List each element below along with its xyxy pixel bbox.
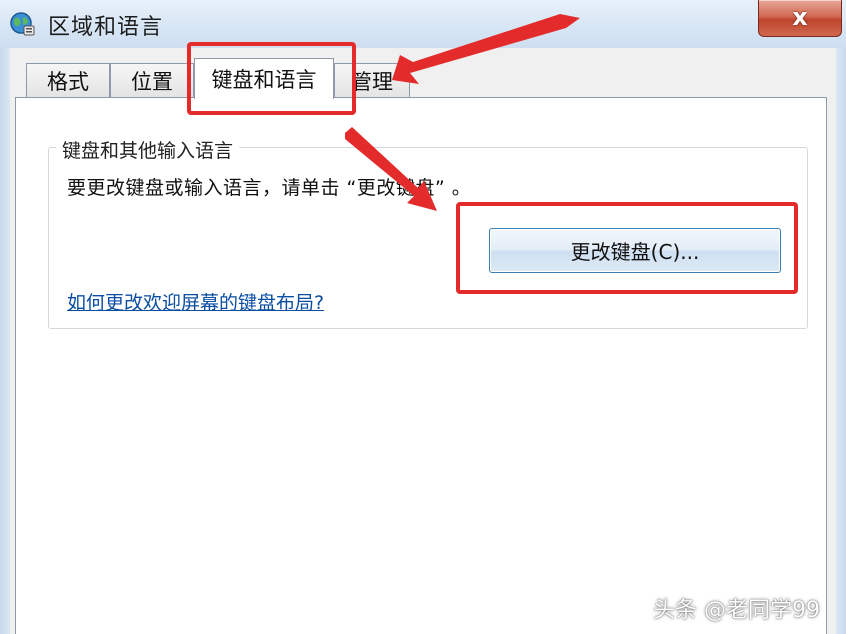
tab-location[interactable]: 位置: [110, 63, 194, 97]
tab-location-label: 位置: [131, 69, 173, 94]
tab-keyboards-languages-label: 键盘和语言: [211, 68, 317, 92]
title-bar: 区域和语言 x: [0, 0, 846, 48]
tab-administrative[interactable]: 管理: [334, 63, 410, 97]
change-keyboards-button[interactable]: 更改键盘(C)...: [489, 228, 781, 273]
window-title: 区域和语言: [48, 15, 164, 40]
window-frame-left: [0, 48, 10, 634]
tab-keyboards-languages[interactable]: 键盘和语言: [194, 58, 334, 99]
close-button[interactable]: x: [758, 0, 842, 37]
welcome-screen-keyboard-help-link[interactable]: 如何更改欢迎屏幕的键盘布局?: [67, 288, 324, 315]
tab-format-label: 格式: [47, 69, 89, 94]
change-keyboards-button-label: 更改键盘(C)...: [570, 240, 700, 264]
tab-administrative-label: 管理: [351, 69, 393, 94]
tab-format[interactable]: 格式: [26, 63, 110, 97]
instruction-text: 要更改键盘或输入语言，请单击 “更改键盘” 。: [67, 177, 472, 199]
close-icon: x: [792, 3, 808, 31]
groupbox-legend: 键盘和其他输入语言: [56, 136, 240, 163]
globe-icon: [10, 12, 35, 36]
watermark-text: 头条 @老同学99: [653, 598, 820, 623]
window-frame-right: [836, 48, 846, 634]
